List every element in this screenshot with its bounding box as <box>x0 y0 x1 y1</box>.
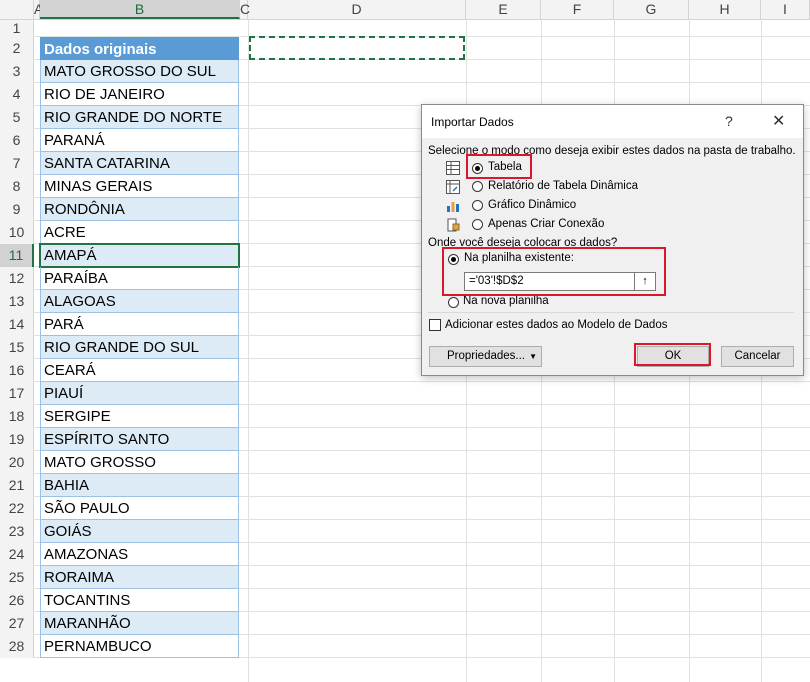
row-header-17[interactable]: 17 <box>0 382 34 405</box>
row-header-1[interactable]: 1 <box>0 20 34 37</box>
table-cell[interactable]: MINAS GERAIS <box>40 175 239 198</box>
table-cell[interactable]: RIO DE JANEIRO <box>40 83 239 106</box>
row-header-22[interactable]: 22 <box>0 497 34 520</box>
table-cell[interactable]: CEARÁ <box>40 359 239 382</box>
option-connection-only-label[interactable]: Apenas Criar Conexão <box>488 218 604 230</box>
row-header-23[interactable]: 23 <box>0 520 34 543</box>
column-header-f[interactable]: F <box>541 0 614 19</box>
select-all-corner[interactable] <box>0 0 34 19</box>
row-header-24[interactable]: 24 <box>0 543 34 566</box>
column-header-c[interactable]: C <box>240 0 250 19</box>
gridline <box>248 19 249 682</box>
radio-connection-only[interactable] <box>472 219 483 230</box>
row-header-16[interactable]: 16 <box>0 359 34 382</box>
table-cell[interactable]: MATO GROSSO DO SUL <box>40 60 239 83</box>
pivot-chart-icon <box>447 202 459 212</box>
table-cell[interactable]: SERGIPE <box>40 405 239 428</box>
row-header-21[interactable]: 21 <box>0 474 34 497</box>
table-cell[interactable]: PARÁ <box>40 313 239 336</box>
row-header-13[interactable]: 13 <box>0 290 34 313</box>
table-cell[interactable]: RORAIMA <box>40 566 239 589</box>
row-header-20[interactable]: 20 <box>0 451 34 474</box>
table-header-cell[interactable]: Dados originais <box>40 37 239 60</box>
table-cell[interactable]: ESPÍRITO SANTO <box>40 428 239 451</box>
close-button[interactable]: ✕ <box>772 111 785 131</box>
new-sheet-label[interactable]: Na nova planilha <box>463 295 549 307</box>
row-header-12[interactable]: 12 <box>0 267 34 290</box>
table-cell[interactable]: MARANHÃO <box>40 612 239 635</box>
row-header-19[interactable]: 19 <box>0 428 34 451</box>
table-cell[interactable]: RONDÔNIA <box>40 198 239 221</box>
highlight-existing-sheet <box>442 247 666 296</box>
destination-marquee-d2 <box>249 36 465 60</box>
row-header-25[interactable]: 25 <box>0 566 34 589</box>
properties-button[interactable]: Propriedades... ▼ <box>429 346 542 367</box>
divider <box>428 312 794 313</box>
row-header-2[interactable]: 2 <box>0 37 34 60</box>
table-cell[interactable]: AMAPÁ <box>39 243 240 268</box>
table-cell[interactable]: PERNAMBUCO <box>40 635 239 658</box>
table-cell[interactable]: ACRE <box>40 221 239 244</box>
column-header-b[interactable]: B <box>40 0 240 19</box>
highlight-ok <box>634 343 711 366</box>
row-header-28[interactable]: 28 <box>0 635 34 658</box>
cancel-button[interactable]: Cancelar <box>721 346 794 367</box>
option-pivot-chart-label[interactable]: Gráfico Dinâmico <box>488 199 576 211</box>
highlight-tabela <box>466 154 532 179</box>
row-header-7[interactable]: 7 <box>0 152 34 175</box>
column-header-h[interactable]: H <box>689 0 761 19</box>
dialog-titlebar: Importar Dados ? ✕ <box>422 105 803 138</box>
pivot-table-icon <box>446 180 460 194</box>
properties-label: Propriedades... <box>447 350 525 362</box>
data-model-checkbox[interactable] <box>429 319 441 331</box>
row-header-6[interactable]: 6 <box>0 129 34 152</box>
row-header-5[interactable]: 5 <box>0 106 34 129</box>
table-cell[interactable]: MATO GROSSO <box>40 451 239 474</box>
table-cell[interactable]: SANTA CATARINA <box>40 152 239 175</box>
table-cell[interactable]: PIAUÍ <box>40 382 239 405</box>
row-header-15[interactable]: 15 <box>0 336 34 359</box>
option-pivot-table-label[interactable]: Relatório de Tabela Dinâmica <box>488 180 638 192</box>
table-cell[interactable]: BAHIA <box>40 474 239 497</box>
column-header-g[interactable]: G <box>614 0 689 19</box>
column-header-e[interactable]: E <box>466 0 541 19</box>
table-cell[interactable]: TOCANTINS <box>40 589 239 612</box>
help-button[interactable]: ? <box>725 113 733 129</box>
column-header-bar: A B C D E F G H I <box>0 0 810 20</box>
row-header-27[interactable]: 27 <box>0 612 34 635</box>
table-cell[interactable]: ALAGOAS <box>40 290 239 313</box>
table-cell[interactable]: PARAÍBA <box>40 267 239 290</box>
column-header-d[interactable]: D <box>248 0 466 19</box>
radio-pivot-chart[interactable] <box>472 200 483 211</box>
connection-icon <box>447 218 460 232</box>
row-header-8[interactable]: 8 <box>0 175 34 198</box>
row-header-18[interactable]: 18 <box>0 405 34 428</box>
dropdown-arrow-icon: ▼ <box>529 352 537 361</box>
data-model-label[interactable]: Adicionar estes dados ao Modelo de Dados <box>445 319 667 331</box>
radio-pivot-table[interactable] <box>472 181 483 192</box>
dialog-title: Importar Dados <box>431 115 514 129</box>
table-cell[interactable]: PARANÁ <box>40 129 239 152</box>
row-header-9[interactable]: 9 <box>0 198 34 221</box>
row-header-14[interactable]: 14 <box>0 313 34 336</box>
radio-new-sheet[interactable] <box>448 297 459 308</box>
row-header-3[interactable]: 3 <box>0 60 34 83</box>
table-cell[interactable]: RIO GRANDE DO NORTE <box>40 106 239 129</box>
row-header-4[interactable]: 4 <box>0 83 34 106</box>
column-header-i[interactable]: I <box>761 0 810 19</box>
table-cell[interactable]: GOIÁS <box>40 520 239 543</box>
table-cell[interactable]: SÃO PAULO <box>40 497 239 520</box>
table-cell[interactable]: AMAZONAS <box>40 543 239 566</box>
row-header-26[interactable]: 26 <box>0 589 34 612</box>
row-header-11[interactable]: 11 <box>0 244 34 267</box>
table-icon <box>446 161 460 175</box>
table-cell[interactable]: RIO GRANDE DO SUL <box>40 336 239 359</box>
row-header-10[interactable]: 10 <box>0 221 34 244</box>
